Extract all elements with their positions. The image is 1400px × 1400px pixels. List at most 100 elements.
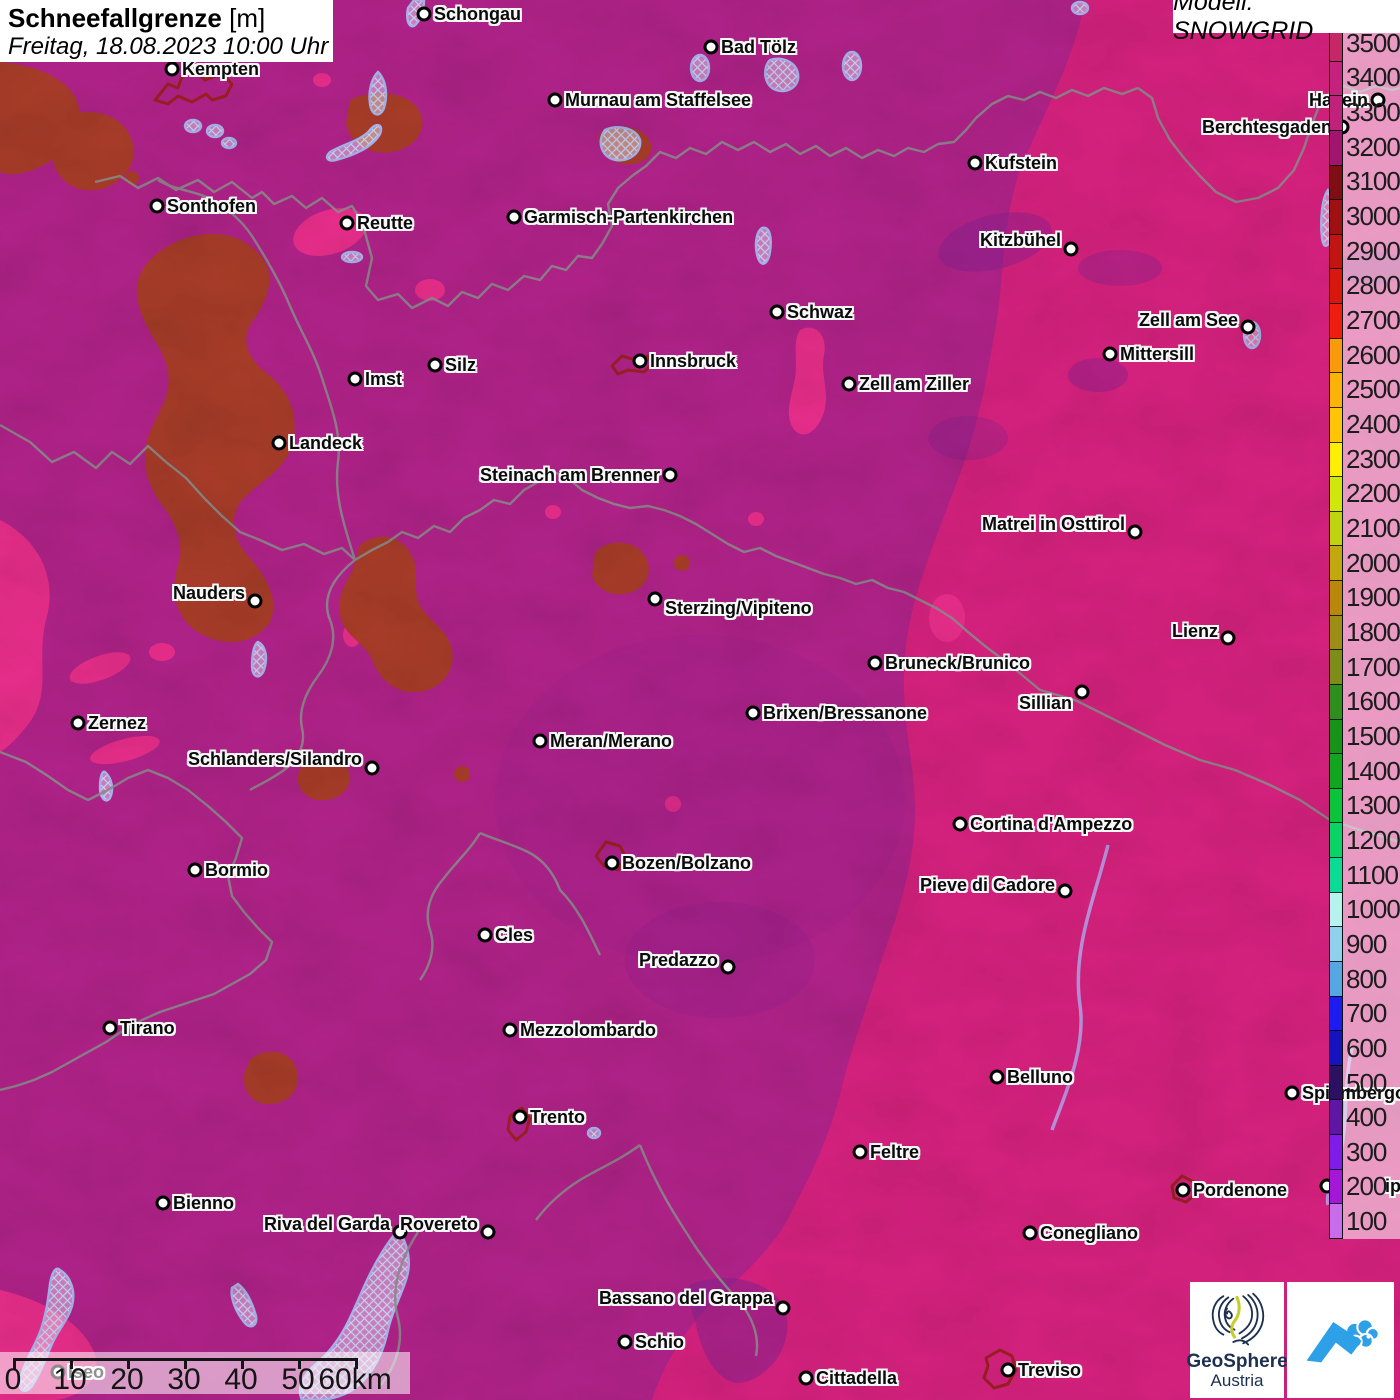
city-label: Meran/Merano [550,731,673,751]
city-dot [1000,1362,1016,1378]
city-label: Cles [495,925,534,945]
city-dot [547,92,563,108]
legend-color-cell [1330,683,1342,719]
city-dot [952,816,968,832]
city-label: Riva del Garda [263,1214,390,1234]
legend-color-cell [1330,960,1342,996]
city-label: Zell am See [1138,310,1238,330]
city-label: Bruneck/Brunico [885,653,1031,673]
legend-color-cell [1330,926,1342,961]
legend-color-cell [1330,199,1342,234]
legend-value: 1600 [1346,686,1400,717]
legend-color-cell [1330,545,1342,580]
city-label: Innsbruck [650,351,737,371]
city-label: Tirano [120,1018,175,1038]
city-dot [1175,1182,1191,1198]
city-dot [271,435,287,451]
city-label: Bienno [173,1193,234,1213]
legend-color-cell [1330,372,1342,407]
city-dot [867,655,883,671]
city-dot [662,467,678,483]
legend-value: 3100 [1346,166,1400,197]
legend-color-cell [1330,337,1342,373]
legend-color-cell [1330,95,1342,130]
geosphere-wordmark: GeoSphere [1186,1350,1288,1372]
city-dot [1063,241,1079,257]
legend-color-cell [1330,649,1342,684]
city-label: Treviso [1018,1360,1082,1380]
legend-color-cell [1330,303,1342,338]
legend-value: 2000 [1346,547,1400,578]
city-label: Schio [635,1332,685,1352]
legend-color-cell [1330,891,1342,927]
legend-color-cell [1330,476,1342,511]
city-dot [102,1020,118,1036]
legend-color-cell [1330,718,1342,754]
scale-tick-label: 20 [110,1363,144,1396]
city-label: Zell am Ziller [859,374,970,394]
legend-color-cell [1330,857,1342,892]
scale-tick-label: 30 [167,1363,201,1396]
city-dot [1240,319,1256,335]
city-dot [1284,1085,1300,1101]
legend-value: 500 [1346,1067,1387,1098]
city-dot [720,959,736,975]
city-dot [70,715,86,731]
legend-value: 200 [1346,1171,1387,1202]
city-dot [502,1022,518,1038]
legend-value: 100 [1346,1206,1387,1237]
city-label: Sterzing/Vipiteno [665,598,812,618]
city-label: Predazzo [638,950,718,970]
city-dot [187,862,203,878]
city-dot [149,198,165,214]
city-dot [532,733,548,749]
legend-color-cell [1330,129,1342,165]
city-dot [632,353,648,369]
city-label: Pordenone [1193,1180,1288,1200]
legend-color-cell [1330,1203,1342,1238]
geosphere-logo-box: GeoSphere Austria [1186,1282,1288,1398]
title-text: Schneefallgrenze [8,3,222,33]
city-dot [512,1109,528,1125]
scale-tick-label: 10 [53,1363,87,1396]
legend-value: 3300 [1346,97,1400,128]
legend-value: 300 [1346,1136,1387,1167]
legend-color-cell [1330,787,1342,823]
city-dot [477,927,493,943]
city-dot [164,61,180,77]
legend-value: 2700 [1346,305,1400,336]
legend-color-cell [1330,268,1342,303]
legend-color-cell [1330,510,1342,546]
geosphere-country: Austria [1210,1370,1264,1390]
legend-color-cell [1330,822,1342,857]
map-title: Schneefallgrenze [m] [8,4,333,33]
city-label: Trento [530,1107,586,1127]
city-dot [852,1144,868,1160]
geosphere-contour-icon [1211,1292,1265,1346]
city-label: Matrei in Osttirol [981,514,1125,534]
city-dot [364,760,380,776]
legend-value: 2200 [1346,478,1400,509]
city-dot [798,1370,814,1386]
city-label: Mittersill [1120,344,1195,364]
legend-value: 1400 [1346,755,1400,786]
legend-color-cell [1330,1064,1342,1100]
city-dot [339,215,355,231]
legend-value: 3000 [1346,201,1400,232]
legend-color-cell [1330,614,1342,650]
legend-value-labels: 3500 3400 3300 3200 3100 3000 2900 2800 2700 2600… [1346,26,1400,1239]
city-label: Mezzolombardo [520,1020,657,1040]
legend-color-cell [1330,60,1342,96]
map-datetime: Freitag, 18.08.2023 10:00 Uhr [8,32,329,60]
legend-value: 900 [1346,928,1387,959]
legend-value: 1200 [1346,824,1400,855]
city-dot [347,371,363,387]
city-dot [1102,346,1118,362]
city-dot [604,855,620,871]
city-dot [427,357,443,373]
legend-colorbar [1329,26,1343,1239]
scale-tick-label: 50 [281,1363,315,1396]
city-label: Schongau [434,4,522,24]
city-dot [989,1069,1005,1085]
city-label: Berchtesgaden [1201,117,1332,137]
